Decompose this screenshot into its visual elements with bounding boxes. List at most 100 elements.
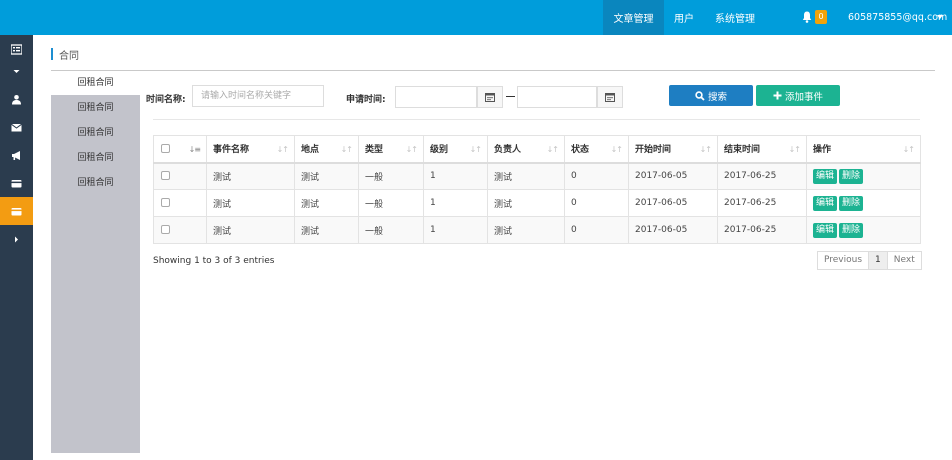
- bullhorn-icon: [12, 150, 20, 160]
- cell-event-name: 测试: [206, 189, 295, 217]
- sub-menu-item[interactable]: 回租合同: [51, 71, 140, 95]
- add-event-button-label: 添加事件: [784, 91, 823, 103]
- delete-button[interactable]: 删除: [839, 168, 864, 184]
- column-header[interactable]: 操作 ↓↑: [806, 135, 921, 164]
- cell-event-name: 测试: [206, 216, 295, 244]
- end-date-input[interactable]: [517, 86, 597, 108]
- cell-owner: 测试: [487, 216, 565, 244]
- sub-menu-item[interactable]: 回租合同: [51, 146, 140, 170]
- delete-button[interactable]: 删除: [839, 222, 864, 238]
- notification-badge: 0: [815, 10, 827, 24]
- sidebar-announce[interactable]: [0, 141, 33, 169]
- column-header[interactable]: 事件名称 ↓↑: [206, 135, 295, 164]
- table-row: 测试 测试 一般 1 测试 0 2017-06-05 2017-06-25 编辑…: [153, 189, 921, 217]
- column-header[interactable]: 结束时间 ↓↑: [717, 135, 807, 164]
- cell-level: 1: [423, 216, 488, 244]
- nav-users[interactable]: 用户: [664, 0, 704, 35]
- envelope-icon: [11, 123, 22, 131]
- cell-end-time: 2017-06-25: [717, 189, 807, 217]
- user-email-menu[interactable]: 605875855@qq.com: [848, 0, 947, 35]
- sidebar-mail[interactable]: [0, 113, 33, 141]
- cell-start-time: 2017-06-05: [628, 216, 718, 244]
- cell-type: 一般: [358, 162, 424, 190]
- column-header[interactable]: 负责人 ↓↑: [487, 135, 565, 164]
- events-table: ↓≡ 事件名称 ↓↑ 地点 ↓↑ 类型 ↓↑ 级别 ↓↑ 负责人 ↓↑ 状态 ↓↑ 开始时间…: [153, 135, 921, 244]
- credit-card-icon: [11, 179, 22, 187]
- start-date-input[interactable]: [395, 86, 477, 108]
- edit-button[interactable]: 编辑: [813, 195, 838, 211]
- column-header[interactable]: 地点 ↓↑: [294, 135, 359, 164]
- add-event-button[interactable]: 添加事件: [756, 85, 840, 106]
- page-number-button[interactable]: 1: [868, 251, 888, 270]
- edit-button[interactable]: 编辑: [813, 222, 838, 238]
- column-header[interactable]: 级别 ↓↑: [423, 135, 488, 164]
- cell-level: 1: [423, 189, 488, 217]
- date-filter-label: 申请时间:: [346, 95, 386, 105]
- icon-sidebar: [0, 35, 33, 460]
- select-all-checkbox[interactable]: [161, 143, 170, 153]
- sidebar-contract[interactable]: [0, 197, 33, 225]
- sort-icon: ↓↑: [276, 145, 289, 154]
- list-icon: [11, 43, 22, 55]
- cell-status: 0: [564, 162, 629, 190]
- sub-menu-item[interactable]: 回租合同: [51, 171, 140, 195]
- sort-icon: ↓↑: [546, 145, 559, 154]
- sub-menu-item[interactable]: 回租合同: [51, 96, 140, 120]
- name-search-input[interactable]: 请输入时间名称关键字: [192, 85, 324, 107]
- calendar-icon: [485, 93, 495, 102]
- nav-system-management[interactable]: 系统管理: [704, 0, 766, 35]
- row-checkbox[interactable]: [161, 198, 170, 207]
- breadcrumb-marker: [51, 48, 53, 60]
- search-icon: [695, 90, 705, 101]
- column-header[interactable]: 类型 ↓↑: [358, 135, 424, 164]
- cell-type: 一般: [358, 189, 424, 217]
- nav-article-management[interactable]: 文章管理: [603, 0, 664, 35]
- divider: [51, 70, 935, 71]
- start-date-calendar-button[interactable]: [477, 86, 503, 108]
- filter-divider: [153, 119, 920, 120]
- sidebar-user[interactable]: [0, 85, 33, 113]
- next-page-button[interactable]: Next: [886, 251, 922, 270]
- chevron-down-icon: [13, 69, 20, 73]
- previous-page-button[interactable]: Previous: [817, 251, 870, 270]
- sort-icon: ↓↑: [469, 145, 482, 154]
- sort-icon[interactable]: ↓≡: [189, 145, 201, 154]
- column-header[interactable]: 开始时间 ↓↑: [628, 135, 718, 164]
- calendar-icon: [605, 93, 615, 102]
- cell-event-name: 测试: [206, 162, 295, 190]
- cell-actions: 编辑 删除: [806, 162, 921, 190]
- bell-icon[interactable]: [802, 11, 812, 23]
- sort-icon: ↓↑: [902, 145, 915, 154]
- cell-location: 测试: [294, 189, 359, 217]
- sub-menu-item[interactable]: 回租合同: [51, 121, 140, 145]
- sidebar-card[interactable]: [0, 169, 33, 197]
- cell-type: 一般: [358, 216, 424, 244]
- cell-owner: 测试: [487, 189, 565, 217]
- cell-location: 测试: [294, 216, 359, 244]
- cell-actions: 编辑 删除: [806, 216, 921, 244]
- select-all-header: ↓≡: [153, 135, 207, 164]
- sub-menu: 回租合同 回租合同 回租合同 回租合同 回租合同: [51, 71, 140, 453]
- cell-end-time: 2017-06-25: [717, 216, 807, 244]
- caret-down-icon[interactable]: [937, 15, 943, 19]
- user-icon: [12, 94, 21, 104]
- plus-icon: [773, 91, 782, 100]
- column-header[interactable]: 状态 ↓↑: [564, 135, 629, 164]
- delete-button[interactable]: 删除: [839, 195, 864, 211]
- table-row: 测试 测试 一般 1 测试 0 2017-06-05 2017-06-25 编辑…: [153, 162, 921, 190]
- cell-level: 1: [423, 162, 488, 190]
- row-checkbox[interactable]: [161, 171, 170, 181]
- row-checkbox[interactable]: [161, 225, 170, 234]
- cell-owner: 测试: [487, 162, 565, 190]
- pagination: Previous 1 Next: [817, 251, 922, 270]
- end-date-calendar-button[interactable]: [597, 86, 623, 108]
- sidebar-expand[interactable]: [0, 225, 33, 253]
- sort-icon: ↓↑: [788, 145, 801, 154]
- sort-icon: ↓↑: [405, 145, 418, 154]
- cell-start-time: 2017-06-05: [628, 189, 718, 217]
- search-button[interactable]: 搜索: [669, 85, 753, 106]
- edit-button[interactable]: 编辑: [813, 168, 838, 184]
- credit-card-icon: [11, 207, 22, 215]
- cell-end-time: 2017-06-25: [717, 162, 807, 190]
- sidebar-collapse[interactable]: [0, 57, 33, 85]
